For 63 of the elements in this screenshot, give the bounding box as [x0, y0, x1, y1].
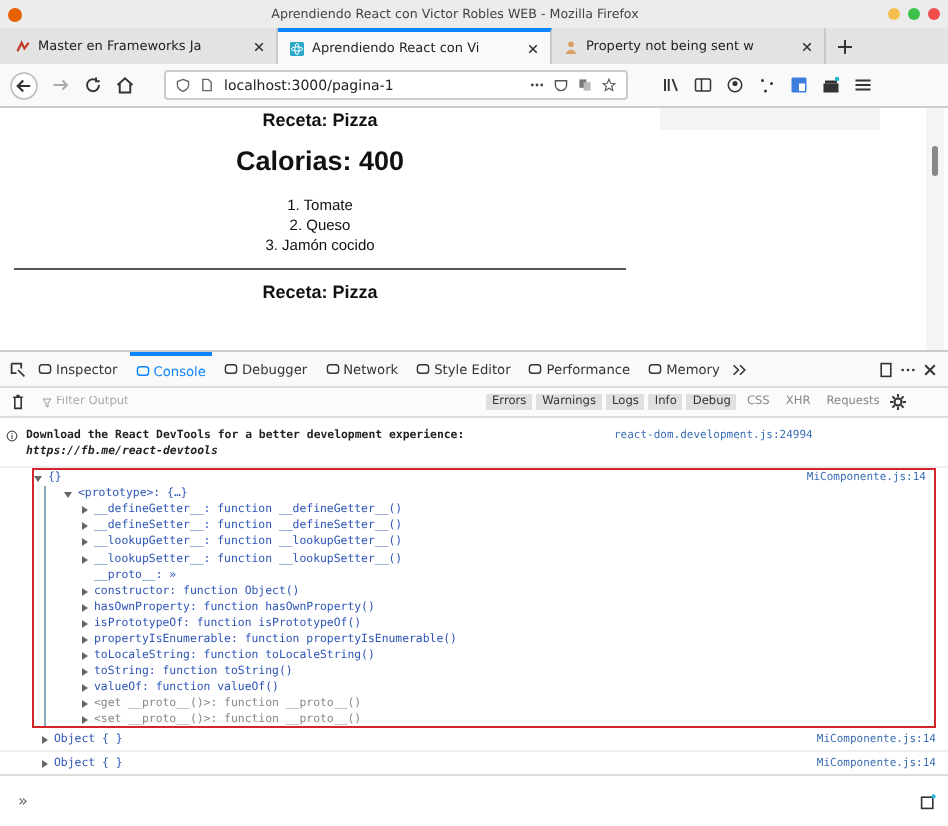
menu-icon[interactable]: [854, 76, 872, 94]
toggle-icon[interactable]: [82, 587, 88, 596]
toggle-icon[interactable]: [82, 538, 88, 547]
trash-icon[interactable]: [10, 394, 26, 410]
toggle-icon[interactable]: [82, 652, 88, 661]
reload-icon[interactable]: [84, 76, 102, 94]
extension-icon[interactable]: [758, 76, 776, 94]
toggle-icon[interactable]: [42, 735, 48, 743]
toggle-icon[interactable]: [82, 522, 88, 531]
tool-icon: [325, 362, 340, 376]
toggle-icon[interactable]: [34, 475, 42, 482]
scrollbar-thumb[interactable]: [932, 146, 938, 176]
close-icon[interactable]: [528, 43, 538, 53]
funnel-icon: [42, 397, 52, 407]
prompt-symbol: »: [18, 792, 28, 810]
page-icon: [200, 78, 214, 92]
logo-icon: [16, 39, 30, 53]
toggle-icon[interactable]: [82, 700, 88, 709]
atom-icon: [290, 41, 304, 55]
close-button[interactable]: [928, 8, 940, 20]
account-icon[interactable]: [726, 76, 744, 94]
close-icon[interactable]: [922, 361, 938, 377]
firefox-icon: [8, 7, 22, 21]
toggle-icon[interactable]: [82, 619, 88, 628]
tool-icon: [528, 362, 543, 376]
toggle-icon[interactable]: [82, 716, 88, 725]
library-icon[interactable]: [662, 76, 680, 94]
info-icon: [6, 430, 18, 442]
overflow-icon[interactable]: [731, 361, 748, 377]
settings-icon[interactable]: [889, 394, 906, 410]
recipe-heading: Receta: Pizza: [262, 110, 378, 130]
toggle-icon[interactable]: [42, 759, 48, 767]
new-tab-icon[interactable]: [838, 39, 852, 53]
calories-heading: Calorias: 400: [235, 146, 405, 176]
star-icon[interactable]: [602, 78, 616, 92]
tool-icon: [416, 362, 431, 376]
home-icon[interactable]: [116, 76, 134, 94]
more-icon[interactable]: [530, 78, 544, 92]
sidebar-icon[interactable]: [694, 76, 712, 94]
picker-icon[interactable]: [10, 361, 26, 377]
gift-icon[interactable]: [822, 76, 840, 94]
toggle-icon[interactable]: [82, 668, 88, 677]
toggle-icon[interactable]: [82, 506, 88, 515]
translate-icon[interactable]: [790, 76, 808, 94]
figure-icon: [564, 39, 578, 53]
tool-icon: [38, 362, 52, 376]
toggle-icon[interactable]: [82, 555, 88, 564]
close-icon[interactable]: [254, 41, 264, 51]
shield-icon: [176, 78, 190, 92]
dock-icon[interactable]: [878, 361, 894, 377]
toggle-icon[interactable]: [64, 491, 72, 498]
translate-icon[interactable]: [578, 78, 592, 92]
pocket-icon[interactable]: [554, 78, 568, 92]
toggle-icon[interactable]: [82, 684, 88, 693]
tool-icon: [648, 362, 663, 376]
tool-icon: [135, 364, 150, 378]
toggle-icon[interactable]: [82, 635, 88, 644]
back-icon[interactable]: [10, 71, 38, 99]
toggle-icon[interactable]: [82, 603, 88, 612]
recipe-heading: Receta: Pizza: [262, 282, 378, 302]
close-icon[interactable]: [802, 41, 812, 51]
editor-icon[interactable]: [920, 793, 936, 809]
tool-icon: [223, 362, 238, 376]
